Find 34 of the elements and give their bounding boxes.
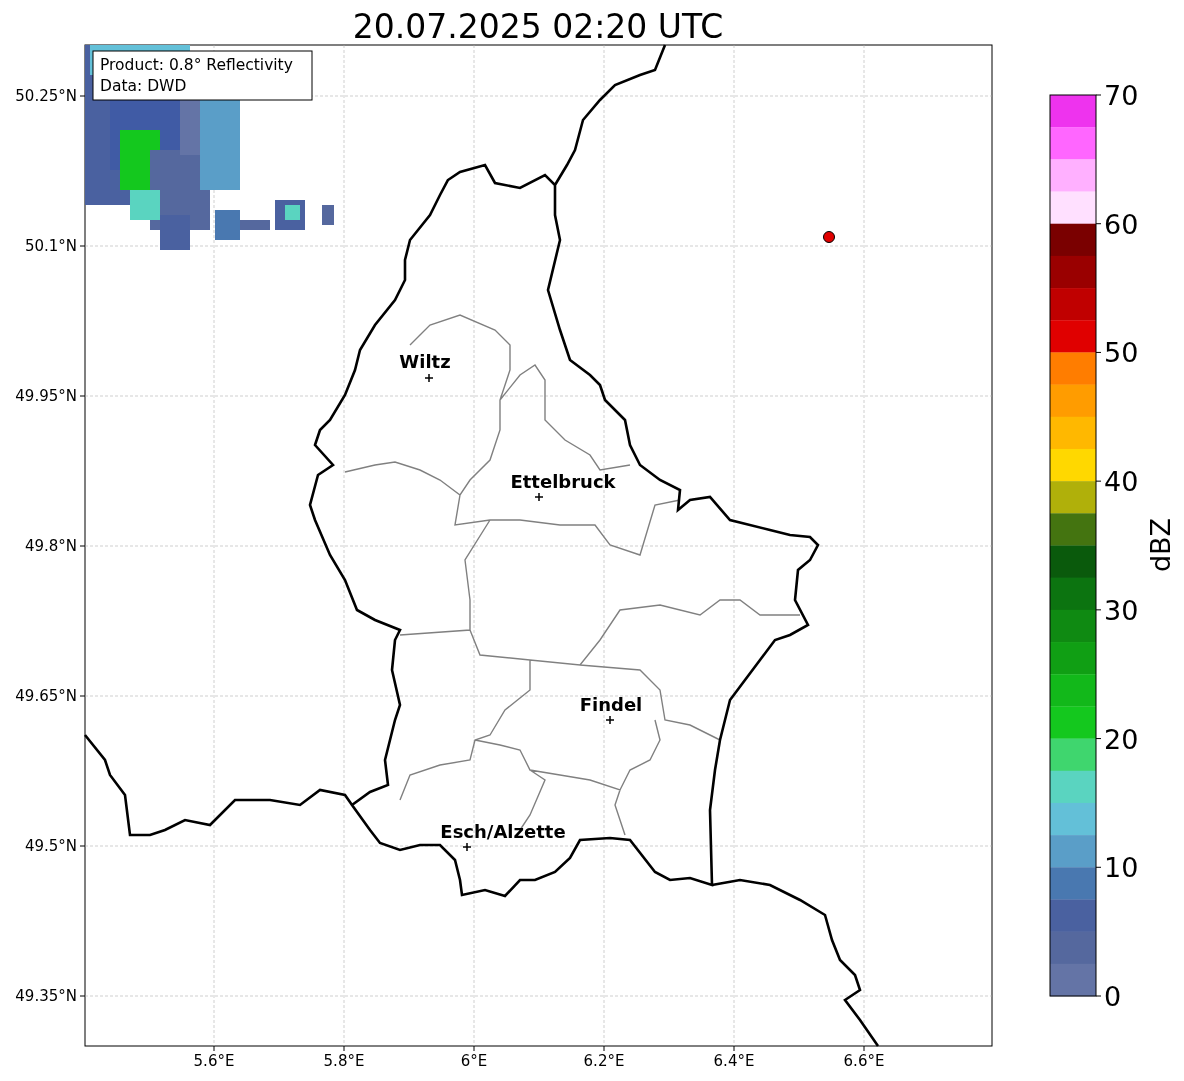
colorbar-tick-label: 20 bbox=[1104, 723, 1139, 755]
y-tick-label: 49.8°N bbox=[24, 537, 77, 555]
x-tick-label: 6.2°E bbox=[583, 1052, 625, 1070]
city-label: Findel bbox=[579, 694, 643, 715]
y-tick-label: 49.35°N bbox=[15, 987, 77, 1005]
radar-site-dot bbox=[823, 231, 835, 243]
x-tick-label: 6.4°E bbox=[713, 1052, 755, 1070]
y-tick-label: 50.25°N bbox=[15, 87, 77, 105]
city-label: Ettelbruck bbox=[510, 471, 616, 492]
x-tick-label: 5.6°E bbox=[193, 1052, 235, 1070]
city-label: Esch/Alzette bbox=[440, 821, 566, 842]
colorbar-tick-label: 0 bbox=[1104, 981, 1122, 1012]
colorbar-tick-label: 60 bbox=[1104, 208, 1139, 240]
y-tick-label: 49.95°N bbox=[15, 387, 77, 405]
city-marker-icon bbox=[424, 373, 434, 383]
colorbar-tick-label: 70 bbox=[1104, 80, 1139, 111]
info-text: Product: 0.8° Reflectivity bbox=[100, 56, 293, 74]
y-tick-label: 49.5°N bbox=[24, 837, 77, 855]
chart-title: 20.07.2025 02:20 UTC bbox=[352, 7, 724, 46]
colorbar-tick-label: 40 bbox=[1104, 466, 1139, 498]
city-marker-icon bbox=[534, 492, 544, 502]
x-tick-label: 6.6°E bbox=[843, 1052, 885, 1070]
y-tick-label: 49.65°N bbox=[15, 687, 77, 705]
city-marker-icon bbox=[462, 842, 472, 852]
x-tick-label: 6°E bbox=[460, 1052, 488, 1070]
x-tick-label: 5.8°E bbox=[323, 1052, 365, 1070]
colorbar-tick-label: 50 bbox=[1104, 337, 1139, 369]
city-marker-icon bbox=[605, 715, 615, 725]
colorbar-tick-label: 30 bbox=[1104, 594, 1139, 626]
colorbar-label: dBZ bbox=[1145, 517, 1176, 573]
info-text: Data: DWD bbox=[100, 77, 187, 95]
y-tick-label: 50.1°N bbox=[24, 237, 77, 255]
colorbar-tick-label: 10 bbox=[1104, 852, 1139, 884]
city-label: Wiltz bbox=[399, 351, 451, 372]
